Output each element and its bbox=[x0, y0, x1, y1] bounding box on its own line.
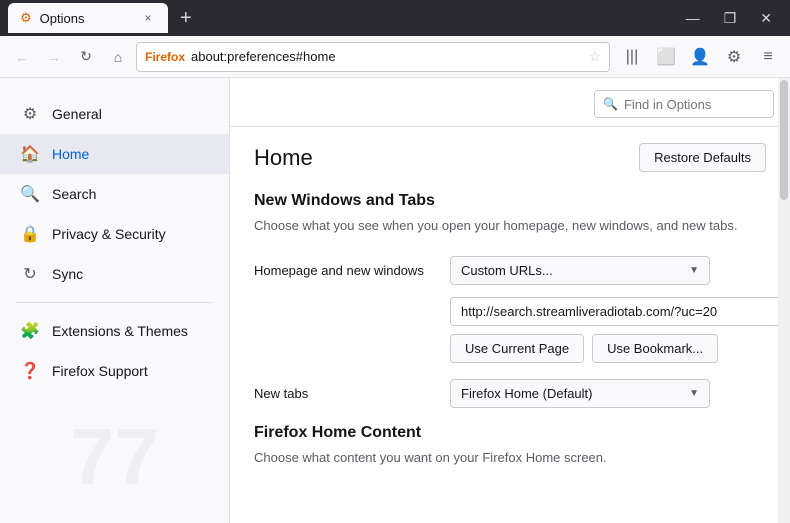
section1-title: New Windows and Tabs bbox=[254, 192, 766, 210]
new-tabs-dropdown-text: Firefox Home (Default) bbox=[461, 386, 592, 401]
url-input-wrapper bbox=[254, 297, 766, 326]
new-tab-button[interactable]: + bbox=[174, 7, 198, 30]
active-tab[interactable]: ⚙ Options × bbox=[8, 3, 168, 33]
menu-icon[interactable]: ≡ bbox=[754, 43, 782, 71]
find-options-search-icon: 🔍 bbox=[603, 97, 618, 111]
new-tabs-dropdown-arrow: ▼ bbox=[689, 388, 699, 399]
sidebar-item-privacy[interactable]: 🔒 Privacy & Security bbox=[0, 214, 229, 254]
home-button[interactable]: ⌂ bbox=[104, 43, 132, 71]
extensions-sidebar-icon: 🧩 bbox=[20, 321, 40, 341]
bookmarks-icon[interactable]: ||| bbox=[618, 43, 646, 71]
find-options-input[interactable] bbox=[624, 97, 765, 112]
address-bar[interactable]: Firefox about:preferences#home ☆ bbox=[136, 42, 610, 72]
new-tabs-dropdown[interactable]: Firefox Home (Default) ▼ bbox=[450, 379, 710, 408]
support-icon: ❓ bbox=[20, 361, 40, 381]
new-tabs-setting-row: New tabs Firefox Home (Default) ▼ bbox=[254, 379, 766, 408]
general-icon: ⚙ bbox=[20, 104, 40, 124]
sidebar: 77 ⚙ General 🏠 Home 🔍 Search 🔒 Privacy &… bbox=[0, 78, 230, 523]
account-icon[interactable]: 👤 bbox=[686, 43, 714, 71]
main-inner: Home Restore Defaults New Windows and Ta… bbox=[230, 127, 790, 503]
firefox-icon: Firefox bbox=[145, 50, 185, 64]
homepage-dropdown[interactable]: Custom URLs... ▼ bbox=[450, 256, 710, 285]
layout: 77 ⚙ General 🏠 Home 🔍 Search 🔒 Privacy &… bbox=[0, 78, 790, 523]
tab-favicon: ⚙ bbox=[20, 10, 32, 26]
titlebar: ⚙ Options × + — ❐ ✕ bbox=[0, 0, 790, 36]
search-icon: 🔍 bbox=[20, 184, 40, 204]
section2-desc: Choose what content you want on your Fir… bbox=[254, 448, 766, 468]
section1-desc: Choose what you see when you open your h… bbox=[254, 216, 766, 236]
home-icon: 🏠 bbox=[20, 144, 40, 164]
sidebar-item-general[interactable]: ⚙ General bbox=[0, 94, 229, 134]
sidebar-label-support: Firefox Support bbox=[52, 363, 148, 379]
homepage-label: Homepage and new windows bbox=[254, 263, 434, 278]
homepage-dropdown-text: Custom URLs... bbox=[461, 263, 553, 278]
use-current-page-button[interactable]: Use Current Page bbox=[450, 334, 584, 363]
sidebar-label-extensions: Extensions & Themes bbox=[52, 323, 188, 339]
section2-title: Firefox Home Content bbox=[254, 424, 766, 442]
privacy-icon: 🔒 bbox=[20, 224, 40, 244]
section-new-windows: New Windows and Tabs Choose what you see… bbox=[254, 192, 766, 236]
page-title: Home bbox=[254, 145, 313, 171]
sidebar-item-search[interactable]: 🔍 Search bbox=[0, 174, 229, 214]
sidebar-label-privacy: Privacy & Security bbox=[52, 226, 166, 242]
tab-close-button[interactable]: × bbox=[140, 10, 156, 26]
back-button[interactable]: ← bbox=[8, 43, 36, 71]
homepage-setting-row: Homepage and new windows Custom URLs... … bbox=[254, 256, 766, 285]
homepage-url-input[interactable] bbox=[450, 297, 790, 326]
sidebar-item-extensions[interactable]: 🧩 Extensions & Themes bbox=[0, 311, 229, 351]
restore-button[interactable]: ❐ bbox=[714, 10, 747, 27]
main-content: 🔍 Home Restore Defaults New Windows and … bbox=[230, 78, 790, 503]
sidebar-item-home[interactable]: 🏠 Home bbox=[0, 134, 229, 174]
sidebar-label-sync: Sync bbox=[52, 266, 83, 282]
sidebar-label-search: Search bbox=[52, 186, 96, 202]
sidebar-divider bbox=[16, 302, 213, 303]
sidebar-label-general: General bbox=[52, 106, 102, 122]
main-scroll-wrapper: 🔍 Home Restore Defaults New Windows and … bbox=[230, 78, 790, 523]
tabs-icon[interactable]: ⬜ bbox=[652, 43, 680, 71]
homepage-dropdown-arrow: ▼ bbox=[689, 265, 699, 276]
tab-title: Options bbox=[40, 11, 132, 26]
toolbar: ← → ↻ ⌂ Firefox about:preferences#home ☆… bbox=[0, 36, 790, 78]
restore-defaults-button[interactable]: Restore Defaults bbox=[639, 143, 766, 172]
find-options-input-wrapper[interactable]: 🔍 bbox=[594, 90, 774, 118]
find-options-bar: 🔍 bbox=[230, 78, 790, 127]
close-window-button[interactable]: ✕ bbox=[750, 10, 782, 27]
reload-button[interactable]: ↻ bbox=[72, 43, 100, 71]
toolbar-actions: ||| ⬜ 👤 ⚙ ≡ bbox=[618, 43, 782, 71]
forward-button[interactable]: → bbox=[40, 43, 68, 71]
new-tabs-label: New tabs bbox=[254, 386, 434, 401]
sync-icon: ↻ bbox=[20, 264, 40, 284]
scrollbar-track[interactable] bbox=[778, 78, 790, 523]
page-header: Home Restore Defaults bbox=[254, 143, 766, 172]
sidebar-item-sync[interactable]: ↻ Sync bbox=[0, 254, 229, 294]
window-controls: — ❐ ✕ bbox=[676, 10, 782, 27]
address-text: about:preferences#home bbox=[191, 49, 582, 64]
sidebar-item-support[interactable]: ❓ Firefox Support bbox=[0, 351, 229, 391]
extensions-icon[interactable]: ⚙ bbox=[720, 43, 748, 71]
scrollbar-thumb[interactable] bbox=[780, 80, 788, 200]
section-firefox-home: Firefox Home Content Choose what content… bbox=[254, 424, 766, 468]
minimize-button[interactable]: — bbox=[676, 10, 710, 27]
sidebar-label-home: Home bbox=[52, 146, 89, 162]
bookmark-star-icon[interactable]: ☆ bbox=[588, 48, 601, 65]
sidebar-watermark: 77 bbox=[70, 411, 159, 503]
homepage-button-row: Use Current Page Use Bookmark... bbox=[254, 334, 766, 363]
use-bookmark-button[interactable]: Use Bookmark... bbox=[592, 334, 718, 363]
